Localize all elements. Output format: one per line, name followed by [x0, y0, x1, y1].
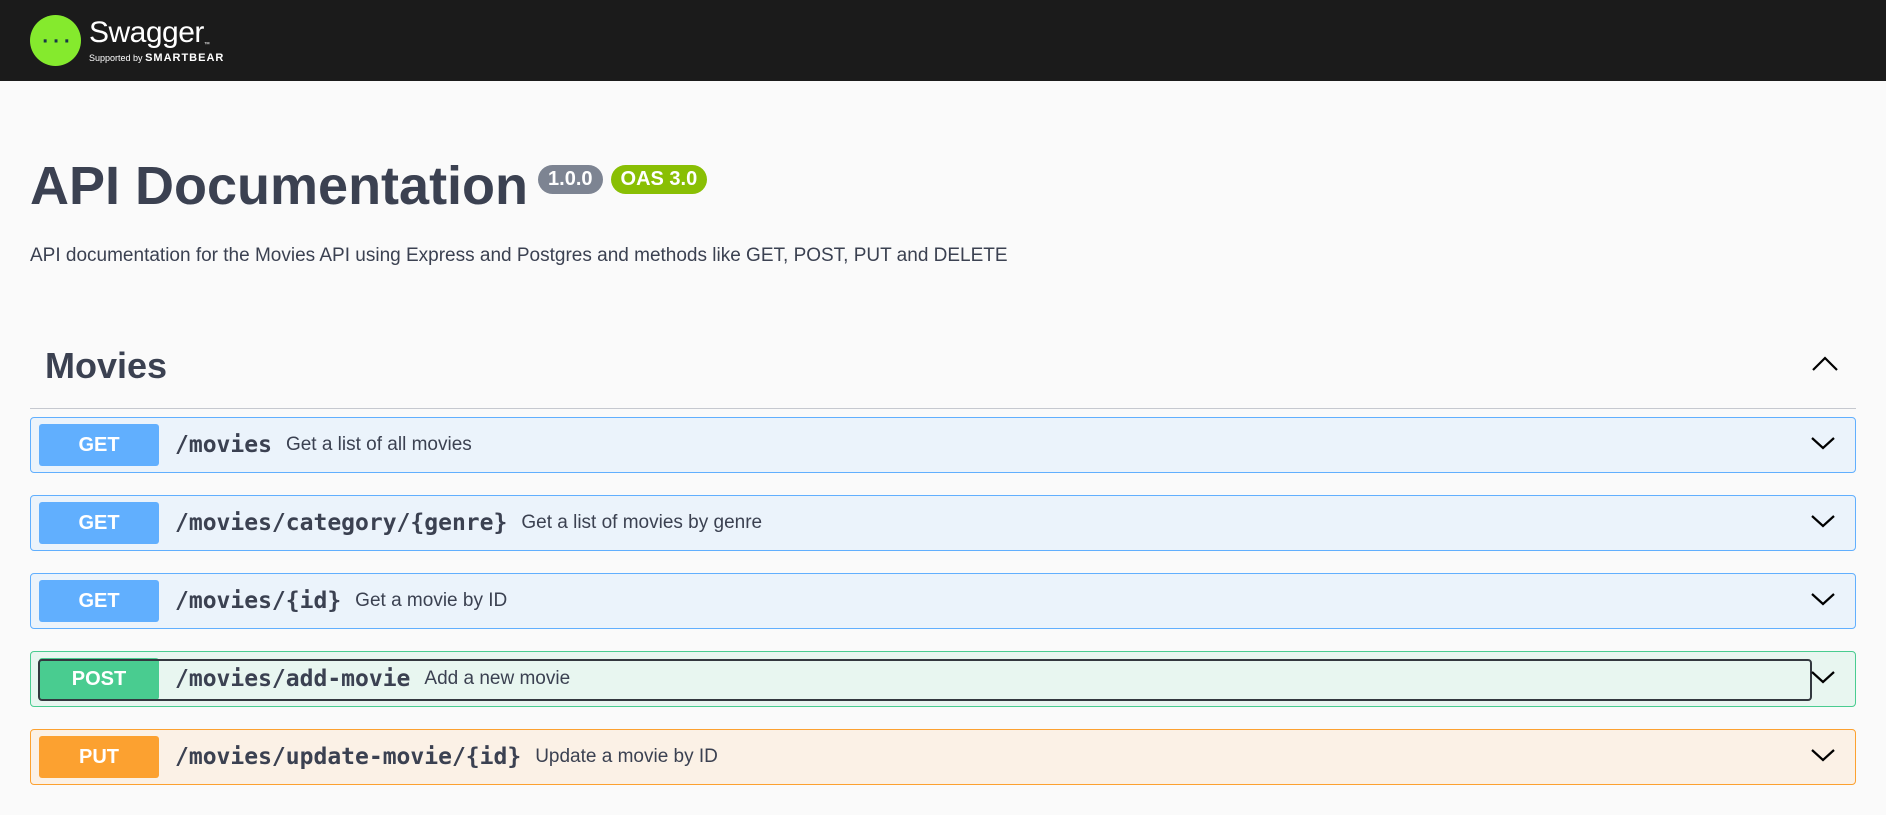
- operation-get-movie-by-id[interactable]: GET /movies/{id} Get a movie by ID: [30, 573, 1856, 630]
- operation-path: /movies/{id}: [175, 588, 342, 615]
- brand-name: Swagger™: [89, 15, 210, 49]
- method-badge: POST: [39, 658, 159, 701]
- chevron-down-icon[interactable]: [1809, 434, 1837, 457]
- operation-summary: Get a movie by ID: [355, 590, 508, 612]
- operation-summary: Add a new movie: [424, 668, 571, 690]
- operation-put-update-movie[interactable]: PUT /movies/update-movie/{id} Update a m…: [30, 729, 1856, 786]
- operation-summary: Get a list of movies by genre: [521, 512, 763, 534]
- tag-header[interactable]: Movies: [30, 342, 1856, 410]
- oas-badge: OAS 3.0: [610, 165, 708, 194]
- operation-summary: Get a list of all movies: [285, 434, 472, 456]
- operation-path: /movies: [175, 432, 272, 459]
- swagger-logo-icon: {···}: [30, 15, 81, 66]
- api-info: API Documentation 1.0.0 OAS 3.0 API docu…: [0, 81, 1886, 267]
- chevron-up-icon[interactable]: [1810, 355, 1840, 378]
- svg-text:{···}: {···}: [39, 31, 73, 52]
- chevron-down-icon[interactable]: [1809, 512, 1837, 535]
- operation-path: /movies/category/{genre}: [175, 510, 508, 537]
- operation-path: /movies/update-movie/{id}: [175, 744, 522, 771]
- swagger-logo[interactable]: {···} Swagger™ Supported by SMARTBEAR: [30, 15, 224, 66]
- chevron-down-icon[interactable]: [1809, 668, 1837, 691]
- operation-post-add-movie[interactable]: POST /movies/add-movie Add a new movie: [30, 651, 1856, 708]
- operation-get-movies[interactable]: GET /movies Get a list of all movies: [30, 417, 1856, 474]
- chevron-down-icon[interactable]: [1809, 590, 1837, 613]
- topbar: {···} Swagger™ Supported by SMARTBEAR: [0, 0, 1886, 81]
- method-badge: GET: [39, 580, 159, 623]
- method-badge: PUT: [39, 736, 159, 779]
- api-description: API documentation for the Movies API usi…: [30, 245, 1008, 267]
- brand-tagline: Supported by SMARTBEAR: [89, 51, 225, 64]
- page-title: API Documentation: [30, 156, 529, 216]
- operation-summary: Update a movie by ID: [535, 746, 718, 768]
- method-badge: GET: [39, 502, 159, 545]
- method-badge: GET: [39, 424, 159, 467]
- tag-title: Movies: [45, 345, 168, 387]
- tag-section-movies: Movies GET /movies Get a list of all mov…: [30, 342, 1856, 786]
- version-badge: 1.0.0: [538, 165, 603, 194]
- operation-path: /movies/add-movie: [175, 666, 411, 693]
- chevron-down-icon[interactable]: [1809, 746, 1837, 769]
- operation-get-movies-by-genre[interactable]: GET /movies/category/{genre} Get a list …: [30, 495, 1856, 552]
